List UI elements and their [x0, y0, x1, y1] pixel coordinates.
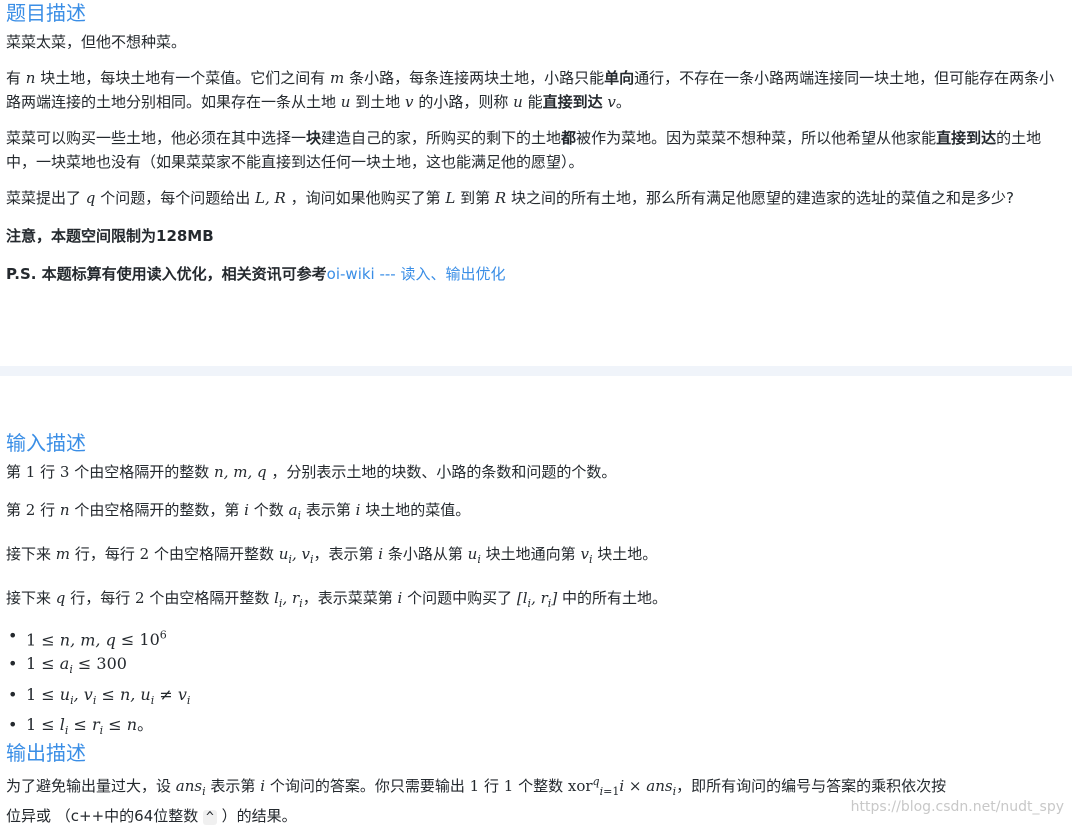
description-heading: 题目描述: [6, 1, 86, 25]
desc-p2: 有 n 块土地，每块土地有一个菜值。它们之间有 m 条小路，每条连接两块土地，小…: [6, 69, 1055, 111]
desc-p4: 菜菜提出了 q 个问题，每个问题给出 L, R ，询问如果他购买了第 L 到第 …: [6, 189, 1014, 207]
memory-note: 注意，本题空间限制为128MB: [6, 227, 214, 245]
constraint-2: 1 ≤ ai ≤ 300: [6, 652, 1056, 682]
problem-description: 题目描述 菜菜太菜，但他不想种菜。 有 n 块土地，每块土地有一个菜值。它们之间…: [6, 0, 1056, 286]
output-description: 输出描述 为了避免输出量过大，设 ansi 表示第 i 个询问的答案。你只需要输…: [6, 740, 1056, 830]
desc-p1: 菜菜太菜，但他不想种菜。: [6, 33, 187, 51]
input-line-4: 接下来 q 行，每行 2 个由空格隔开整数 li, ri，表示菜菜第 i 个问题…: [6, 589, 667, 610]
oi-wiki-link[interactable]: oi-wiki --- 读入、输出优化: [327, 265, 506, 283]
input-line-3: 接下来 m 行，每行 2 个由空格隔开整数 ui, vi，表示第 i 条小路从第…: [6, 545, 658, 566]
ps-note: P.S. 本题标算有使用读入优化，相关资讯可参考oi-wiki --- 读入、输…: [6, 265, 506, 283]
constraints-list: 1 ≤ n, m, q ≤ 106 1 ≤ ai ≤ 300 1 ≤ ui, v…: [6, 624, 1056, 743]
constraint-3: 1 ≤ ui, vi ≤ n, ui ≠ vi: [6, 683, 1056, 713]
input-line-2: 第 2 行 n 个由空格隔开的整数，第 i 个数 ai 表示第 i 块土地的菜值…: [6, 501, 471, 522]
input-heading: 输入描述: [6, 431, 86, 455]
xor-code: ^: [203, 810, 217, 825]
input-line-1: 第 1 行 3 个由空格隔开的整数 n, m, q ，分别表示土地的块数、小路的…: [6, 463, 617, 481]
section-divider: [0, 366, 1072, 376]
constraint-4: 1 ≤ li ≤ ri ≤ n。: [6, 713, 1056, 743]
desc-p3: 菜菜可以购买一些土地，他必须在其中选择一块建造自己的家，所购买的剩下的土地都被作…: [6, 129, 1042, 171]
input-description: 输入描述 第 1 行 3 个由空格隔开的整数 n, m, q ，分别表示土地的块…: [6, 430, 1056, 743]
output-heading: 输出描述: [6, 741, 86, 765]
constraint-1: 1 ≤ n, m, q ≤ 106: [6, 624, 1056, 652]
watermark: https://blog.csdn.net/nudt_spy: [850, 799, 1064, 815]
